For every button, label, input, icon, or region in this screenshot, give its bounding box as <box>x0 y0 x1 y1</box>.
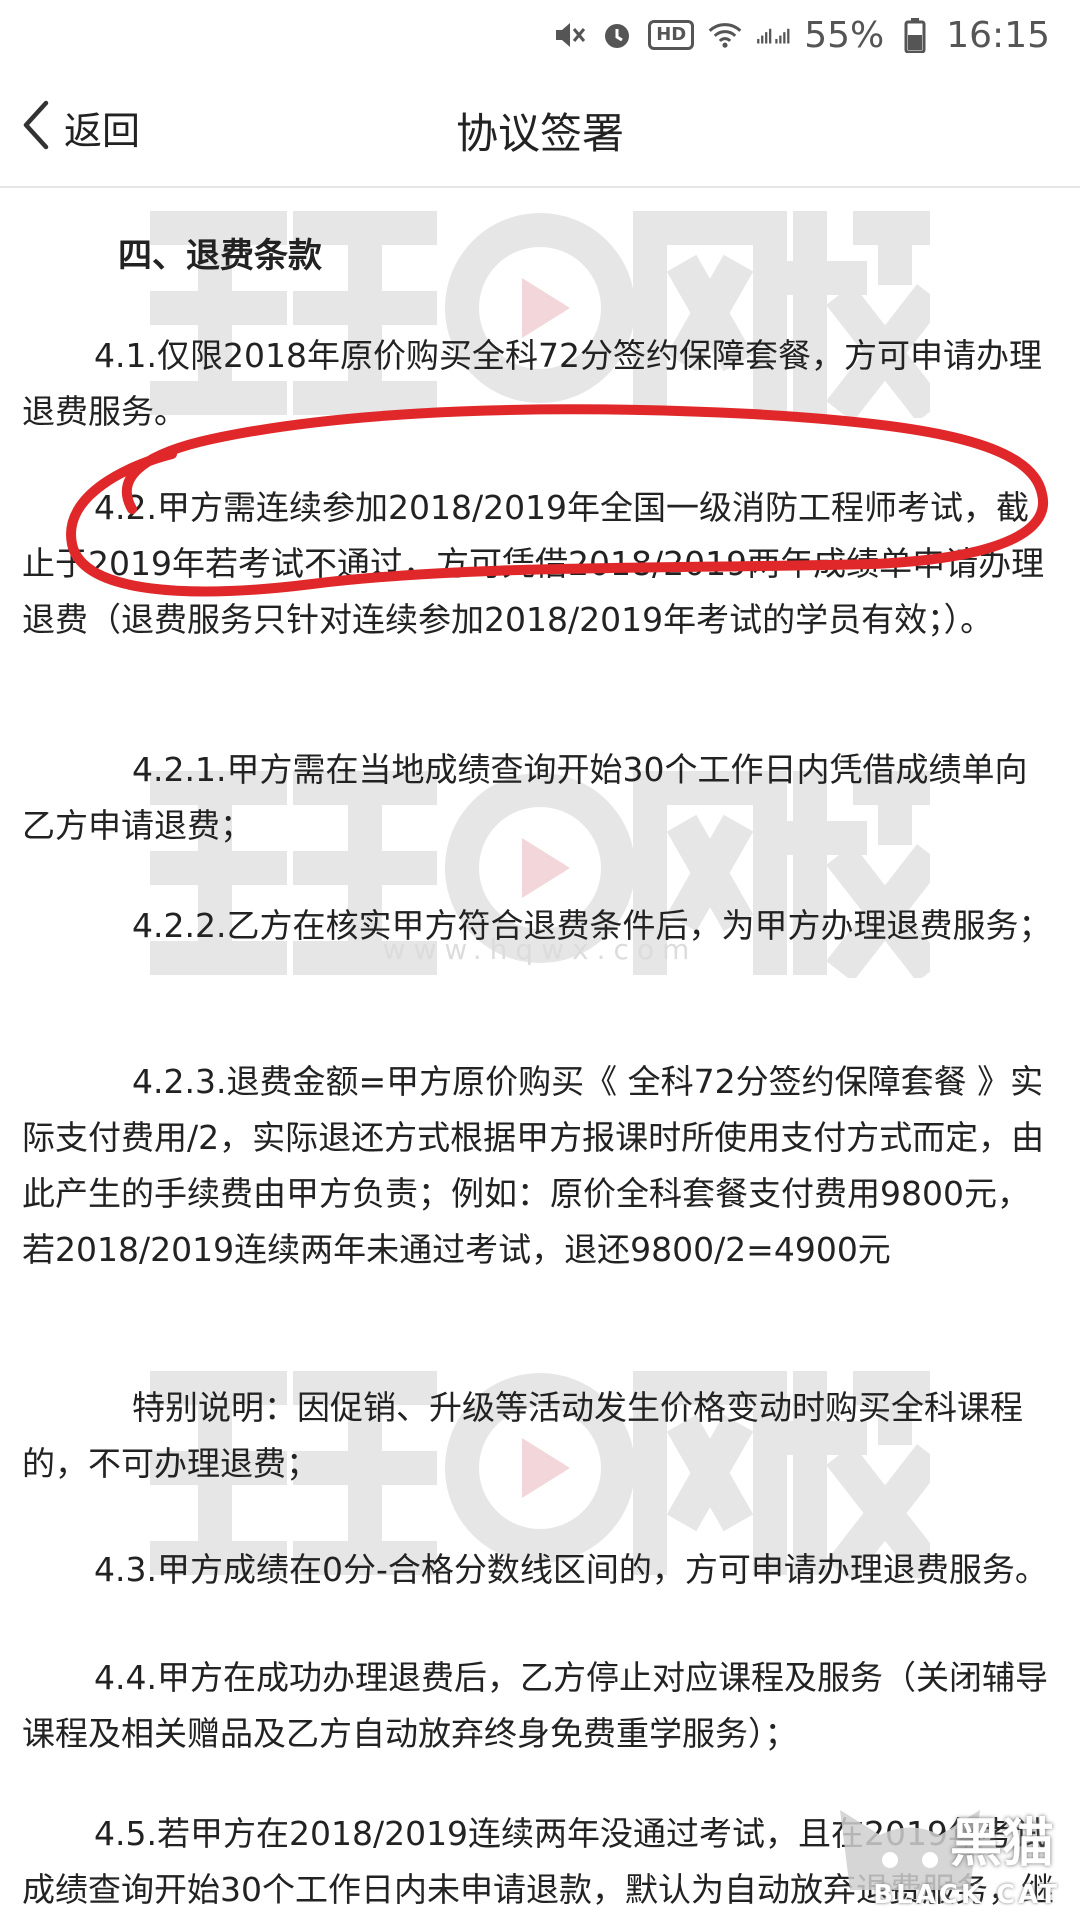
clause-4-2-1: 4.2.1.甲方需在当地成绩查询开始30个工作日内凭借成绩单向乙方申请退费； <box>22 750 1028 845</box>
agreement-content[interactable]: www.hqwx.com 四、退费条款 4.1.仅限2018年原价购买全科72分… <box>0 188 1080 1920</box>
page-title: 协议签署 <box>455 109 624 158</box>
clause-4-2: 4.2.甲方需连续参加2018/2019年全国一级消防工程师考试，截止于2019… <box>22 488 1045 639</box>
hd-badge: HD <box>648 20 695 50</box>
clause-4-4: 4.4.甲方在成功办理退费后，乙方停止对应课程及服务（关闭辅导课程及相关赠品及乙… <box>22 1658 1048 1753</box>
status-bar: HD 55% 16:15 <box>0 0 1080 70</box>
special-note: 特别说明：因促销、升级等活动发生价格变动时购买全科课程的，不可办理退费； <box>22 1388 1023 1483</box>
blackcat-logo-cn: 黑猫 <box>949 1814 1054 1874</box>
signal-icon <box>756 18 790 52</box>
battery-percent: 55% <box>804 14 885 56</box>
battery-icon <box>898 18 932 53</box>
nav-bar: 返回 协议签署 <box>0 70 1080 188</box>
blackcat-logo-en: BLACK CAT <box>873 1880 1060 1910</box>
alarm-icon <box>600 18 634 52</box>
clause-4-2-2: 4.2.2.乙方在核实甲方符合退费条件后，为甲方办理退费服务； <box>132 906 1052 945</box>
status-icons: HD 55% 16:15 <box>552 10 1050 60</box>
clause-4-1: 4.1.仅限2018年原价购买全科72分签约保障套餐，方可申请办理退费服务。 <box>22 336 1042 431</box>
mute-icon <box>552 18 586 52</box>
clock: 16:15 <box>946 14 1050 56</box>
clause-4-2-3: 4.2.3.退费金额=甲方原价购买《 全科72分签约保障套餐 》实际支付费用/2… <box>22 1062 1045 1269</box>
clause-4-3: 4.3.甲方成绩在0分-合格分数线区间的，方可申请办理退费服务。 <box>94 1550 1048 1589</box>
wifi-icon <box>708 18 742 52</box>
section-heading: 四、退费条款 <box>118 236 322 276</box>
